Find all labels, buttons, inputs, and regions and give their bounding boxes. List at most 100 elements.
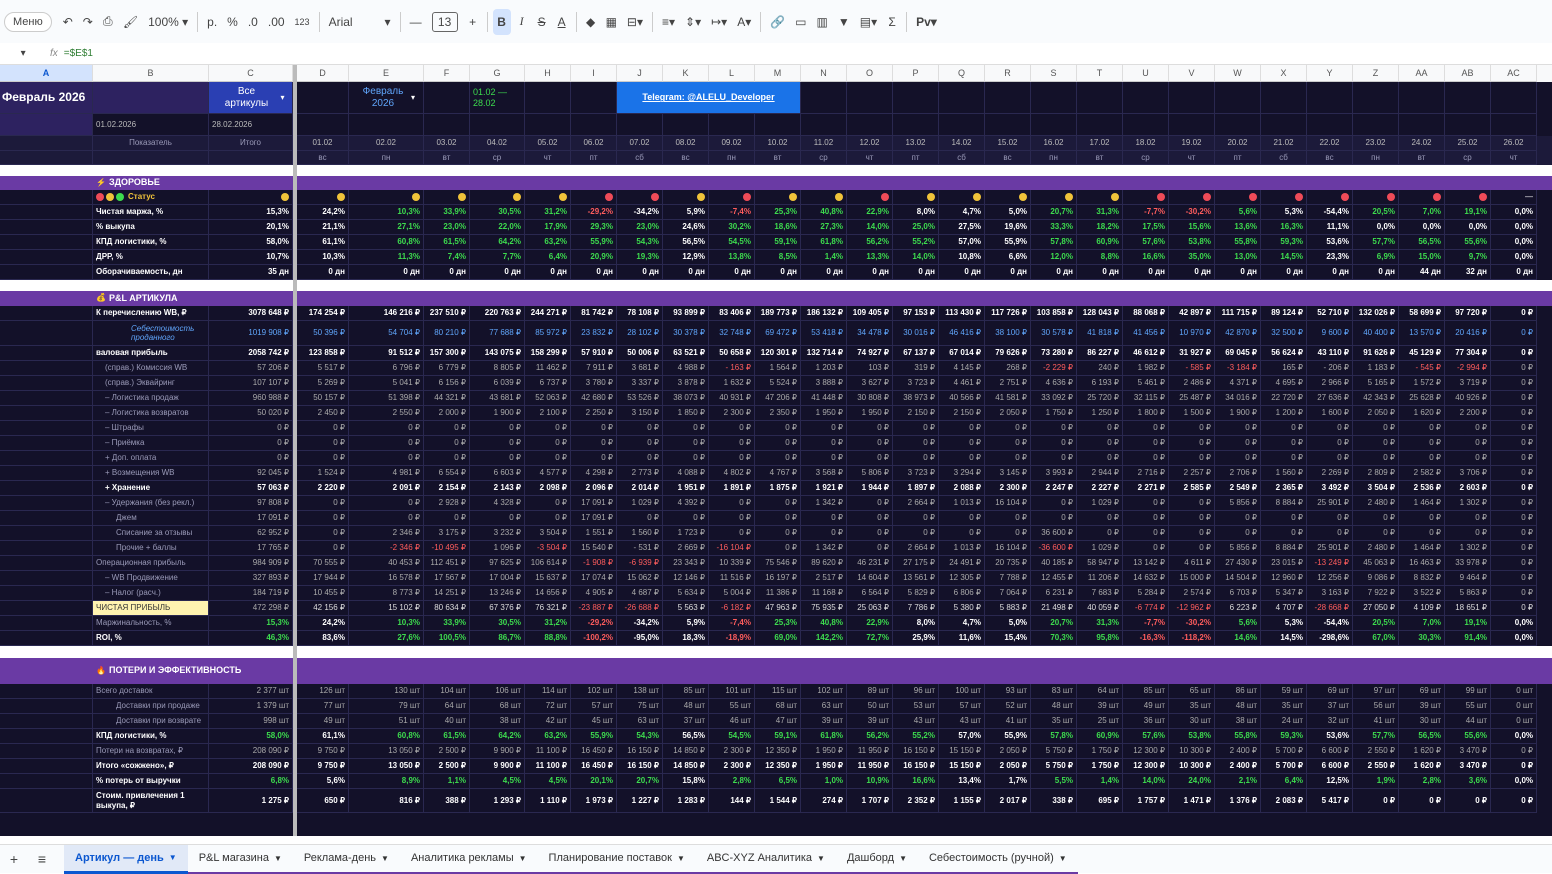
cell[interactable] bbox=[349, 176, 424, 190]
cell[interactable]: 55,9% bbox=[571, 235, 617, 250]
text-rotation-icon[interactable]: A▾ bbox=[733, 9, 755, 35]
column-header-g[interactable]: G bbox=[470, 65, 525, 82]
cell[interactable]: 14,5% bbox=[1261, 631, 1307, 646]
cell[interactable]: 4 145 ₽ bbox=[939, 361, 985, 376]
cell[interactable]: 5 634 ₽ bbox=[663, 586, 709, 601]
cell[interactable]: 80 210 ₽ bbox=[424, 321, 470, 346]
cell[interactable]: 5 269 ₽ bbox=[297, 376, 349, 391]
cell[interactable]: 4 298 ₽ bbox=[571, 466, 617, 481]
cell[interactable]: 14 632 ₽ bbox=[1123, 571, 1169, 586]
cell[interactable]: 27,3% bbox=[801, 220, 847, 235]
cell[interactable]: 100,5% bbox=[424, 631, 470, 646]
cell[interactable] bbox=[1031, 190, 1077, 205]
cell[interactable]: 0,0% bbox=[1491, 616, 1537, 631]
cell[interactable] bbox=[663, 114, 709, 136]
cell[interactable]: 01.02 bbox=[297, 136, 349, 151]
cell[interactable]: 57,0% bbox=[939, 235, 985, 250]
cell[interactable]: 2 944 ₽ bbox=[1077, 466, 1123, 481]
cell[interactable]: 0 дн bbox=[424, 265, 470, 280]
cell[interactable]: 55,6% bbox=[1445, 729, 1491, 744]
cell[interactable]: (справ.) Комиссия WB bbox=[93, 361, 209, 376]
cell[interactable]: -7,4% bbox=[709, 205, 755, 220]
cell[interactable]: 1 900 ₽ bbox=[1215, 406, 1261, 421]
cell[interactable]: 10,3% bbox=[349, 205, 424, 220]
cell[interactable]: 78 108 ₽ bbox=[617, 306, 663, 321]
cell[interactable]: 0 ₽ bbox=[297, 436, 349, 451]
cell[interactable]: 8,0% bbox=[893, 205, 939, 220]
cell[interactable]: 0 ₽ bbox=[893, 421, 939, 436]
cell[interactable]: 12,5% bbox=[1307, 774, 1353, 789]
cell[interactable]: 17.02 bbox=[1077, 136, 1123, 151]
cell[interactable]: 11 100 ₽ bbox=[525, 744, 571, 759]
cell[interactable]: вс bbox=[985, 151, 1031, 165]
cell[interactable]: 2 550 ₽ bbox=[1353, 759, 1399, 774]
cell[interactable] bbox=[939, 82, 985, 114]
cell[interactable]: 32 дн bbox=[1445, 265, 1491, 280]
cell[interactable] bbox=[0, 774, 93, 789]
cell[interactable] bbox=[1169, 114, 1215, 136]
cell[interactable]: 70,3% bbox=[1031, 631, 1077, 646]
cell[interactable]: 4 328 ₽ bbox=[470, 496, 525, 511]
cell[interactable] bbox=[470, 114, 525, 136]
cell[interactable]: 13,4% bbox=[939, 774, 985, 789]
cell[interactable]: -298,6% bbox=[1307, 631, 1353, 646]
cell[interactable]: 0 ₽ bbox=[1491, 759, 1537, 774]
cell[interactable]: чт bbox=[847, 151, 893, 165]
cell[interactable]: 113 430 ₽ bbox=[939, 306, 985, 321]
tab-sheet[interactable]: Аналитика рекламы ▼ bbox=[399, 845, 538, 874]
cell[interactable]: 57,6% bbox=[1123, 235, 1169, 250]
cell[interactable]: 14,0% bbox=[893, 250, 939, 265]
cell[interactable]: 0,0% bbox=[1491, 205, 1537, 220]
cell[interactable]: 0 дн bbox=[617, 265, 663, 280]
cell[interactable]: 0 ₽ bbox=[571, 436, 617, 451]
cell[interactable]: 19,6% bbox=[985, 220, 1031, 235]
cell[interactable]: 0 ₽ bbox=[1261, 511, 1307, 526]
cell[interactable]: 55,8% bbox=[1215, 729, 1261, 744]
cell[interactable]: 13,0% bbox=[1215, 250, 1261, 265]
currency-button[interactable]: р. bbox=[203, 9, 221, 35]
cell[interactable] bbox=[1399, 176, 1445, 190]
cell[interactable]: 0 ₽ bbox=[1261, 526, 1307, 541]
cell[interactable]: 2 227 ₽ bbox=[1077, 481, 1123, 496]
cell[interactable]: 05.02 bbox=[525, 136, 571, 151]
cell[interactable]: 7 786 ₽ bbox=[893, 601, 939, 616]
cell[interactable]: 0 ₽ bbox=[985, 526, 1031, 541]
cell[interactable]: 111 715 ₽ bbox=[1215, 306, 1261, 321]
cell[interactable]: 0 ₽ bbox=[709, 526, 755, 541]
cell[interactable]: 17 091 ₽ bbox=[571, 496, 617, 511]
cell[interactable] bbox=[1445, 658, 1491, 684]
cell[interactable]: 1 551 ₽ bbox=[571, 526, 617, 541]
cell[interactable] bbox=[0, 421, 93, 436]
cell[interactable] bbox=[709, 176, 755, 190]
cell[interactable]: 102 шт bbox=[801, 684, 847, 699]
cell[interactable]: 0 ₽ bbox=[349, 451, 424, 466]
cell[interactable] bbox=[0, 759, 93, 774]
cell[interactable]: 12 300 ₽ bbox=[1123, 759, 1169, 774]
cell[interactable]: Списание за отзывы bbox=[93, 526, 209, 541]
cell[interactable]: вт bbox=[1077, 151, 1123, 165]
cell[interactable]: -23 887 ₽ bbox=[571, 601, 617, 616]
cell[interactable]: 2 300 ₽ bbox=[709, 406, 755, 421]
cell[interactable]: 11,3% bbox=[349, 250, 424, 265]
cell[interactable]: 15,8% bbox=[663, 774, 709, 789]
cell[interactable]: 0 ₽ bbox=[1353, 451, 1399, 466]
cell[interactable]: сб bbox=[939, 151, 985, 165]
column-header-ab[interactable]: AB bbox=[1445, 65, 1491, 82]
cell[interactable]: 1 029 ₽ bbox=[1077, 496, 1123, 511]
cell[interactable] bbox=[1445, 291, 1491, 306]
column-header-l[interactable]: L bbox=[709, 65, 755, 82]
cell[interactable]: -2 229 ₽ bbox=[1031, 361, 1077, 376]
cell[interactable]: 17 004 ₽ bbox=[470, 571, 525, 586]
cell[interactable]: 0 ₽ bbox=[1399, 451, 1445, 466]
cell[interactable]: 1 897 ₽ bbox=[893, 481, 939, 496]
cell[interactable]: 86 227 ₽ bbox=[1077, 346, 1123, 361]
cell[interactable]: 22,0% bbox=[470, 220, 525, 235]
cell[interactable]: 2 091 ₽ bbox=[349, 481, 424, 496]
column-header-t[interactable]: T bbox=[1077, 65, 1123, 82]
cell[interactable]: 12 305 ₽ bbox=[939, 571, 985, 586]
cell[interactable]: 0 ₽ bbox=[1353, 511, 1399, 526]
cell[interactable]: 10,3% bbox=[349, 616, 424, 631]
tab-sheet[interactable]: Себестоимость (ручной) ▼ bbox=[917, 845, 1078, 874]
cell[interactable]: 07.02 bbox=[617, 136, 663, 151]
cell[interactable]: 54 704 ₽ bbox=[349, 321, 424, 346]
